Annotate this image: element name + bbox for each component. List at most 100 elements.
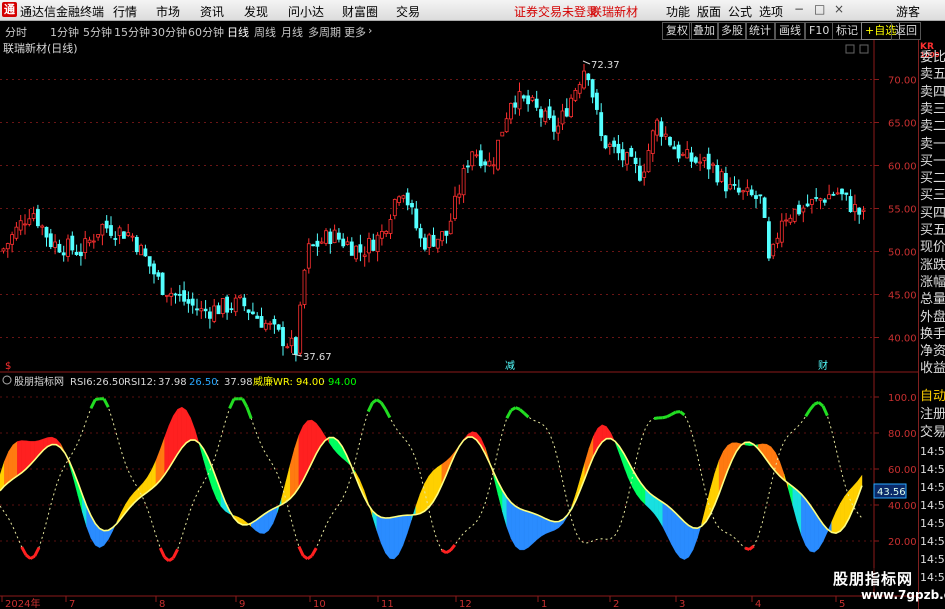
candle-body [242, 297, 247, 307]
period-multi[interactable]: 多周期 [308, 24, 341, 40]
candle-body [104, 220, 109, 229]
panel-item: 总量 [920, 292, 945, 308]
panel-trade[interactable]: 交易 [920, 421, 945, 440]
panel-time: 14:5 [920, 445, 945, 458]
candle-body [250, 311, 255, 315]
candle-body [126, 232, 131, 236]
candle-body [427, 234, 432, 248]
rsi-band [17, 440, 22, 477]
candle-body [625, 152, 629, 165]
period-intraday[interactable]: 分时 [5, 24, 27, 40]
period-monthly[interactable]: 月线 [281, 24, 303, 40]
rsi-band [99, 528, 105, 548]
period-5min[interactable]: 5分钟 [83, 24, 112, 40]
rsi-band [298, 425, 304, 489]
candle-body [268, 322, 273, 325]
period-30min[interactable]: 30分钟 [151, 24, 187, 40]
candle-body [289, 337, 294, 347]
candle-body [517, 91, 522, 110]
menu-item-market[interactable]: 市场 [156, 3, 180, 20]
period-toolbar: 分时 1分钟 5分钟 15分钟 30分钟 60分钟 日线 周线 月线 多周期 更… [0, 21, 945, 41]
menu-formula[interactable]: 公式 [728, 3, 752, 20]
candle-body [504, 118, 509, 133]
candle-body [831, 193, 836, 196]
menu-item-trade[interactable]: 交易 [396, 3, 420, 20]
candle-body [754, 195, 758, 199]
menu-layout[interactable]: 版面 [697, 3, 721, 20]
candle-body [616, 143, 621, 154]
menu-item-quotes[interactable]: 行情 [113, 3, 137, 20]
btn-mark[interactable]: 标记 [832, 22, 862, 40]
panel-auto[interactable]: 自动 [920, 385, 945, 404]
indicator-tick-label: 20.00 [888, 537, 917, 548]
wr-oversold [445, 549, 452, 555]
candle-body [483, 161, 488, 166]
btn-overlay[interactable]: 叠加 [689, 22, 719, 40]
chart-area[interactable]: 联瑞新材(日线) 70.00 65.00 60.00 55.00 50.00 45.00 4… [0, 40, 945, 609]
candle-body [319, 241, 324, 244]
period-more[interactable]: 更多 [344, 24, 366, 40]
candle-body [177, 294, 182, 296]
rsi-band [389, 516, 395, 560]
minimize-icon[interactable]: − [794, 2, 804, 16]
app-logo-icon: 通 [2, 2, 17, 17]
rsi-band [181, 406, 187, 449]
candle-body [448, 220, 453, 235]
candle-body [410, 203, 414, 208]
candle-body [238, 295, 242, 298]
candle-body [792, 208, 797, 222]
candle-body [861, 209, 866, 212]
wr-overbought [95, 397, 100, 401]
btn-back[interactable]: 返回 [891, 22, 921, 40]
candle-body [698, 161, 702, 164]
period-60min[interactable]: 60分钟 [188, 24, 224, 40]
candle-body [36, 209, 40, 227]
maximize-icon[interactable]: □ [814, 2, 825, 16]
candle-body [358, 244, 363, 253]
date-tick-label: 9 [239, 599, 245, 609]
svg-text::: : [216, 377, 219, 388]
candle-body [642, 171, 647, 178]
candle-body [130, 235, 135, 238]
period-1min[interactable]: 1分钟 [50, 24, 79, 40]
candle-body [164, 294, 169, 297]
period-weekly[interactable]: 周线 [254, 24, 276, 40]
guest-label[interactable]: 游客 [896, 3, 920, 20]
chevron-right-icon[interactable]: › [368, 24, 372, 37]
panel-item: 净资 [920, 344, 945, 360]
candle-body [298, 304, 303, 354]
menu-item-news[interactable]: 资讯 [200, 3, 224, 20]
quote-side-panel: KR 1000 委比 卖五 卖四 卖三 卖二 卖一 买一 买二 买三 买四 买五 现价 涨跌 涨幅 总量 外盘… [918, 40, 945, 609]
date-tick-label: 4 [755, 599, 761, 609]
candle-body [44, 226, 49, 238]
candle-body [199, 308, 204, 312]
marker-dollar: $ [5, 361, 11, 372]
period-15min[interactable]: 15分钟 [114, 24, 150, 40]
btn-stats[interactable]: 统计 [745, 22, 775, 40]
candle-body [384, 230, 389, 235]
title-bar: 通 通达信金融终端 行情 市场 资讯 发现 问小达 财富圈 交易 证券交易未登录… [0, 0, 945, 21]
candle-body [293, 337, 298, 355]
menu-item-discover[interactable]: 发现 [244, 3, 268, 20]
rsi-band [541, 516, 546, 537]
menu-function[interactable]: 功能 [666, 3, 690, 20]
panel-item: 委比 [920, 50, 945, 65]
btn-draw[interactable]: 画线 [775, 22, 805, 40]
close-icon[interactable]: × [834, 2, 844, 16]
candle-body [534, 98, 539, 108]
panel-register[interactable]: 注册 [920, 403, 945, 422]
menu-item-wealth[interactable]: 财富圈 [342, 3, 378, 20]
candle-body [83, 238, 88, 253]
period-daily[interactable]: 日线 [227, 24, 249, 40]
btn-f10[interactable]: F10 [805, 22, 834, 40]
rsi-band [675, 512, 681, 559]
candle-body [418, 228, 423, 239]
rsi-band [21, 440, 27, 474]
rsi6-label: RSI6: [70, 377, 96, 388]
btn-adjust[interactable]: 复权 [662, 22, 692, 40]
btn-multi-stock[interactable]: 多股 [717, 22, 747, 40]
menu-options[interactable]: 选项 [759, 3, 783, 20]
menu-item-ask[interactable]: 问小达 [288, 3, 324, 20]
login-notice[interactable]: 证券交易未登录 [514, 3, 598, 20]
candle-body [508, 103, 513, 120]
